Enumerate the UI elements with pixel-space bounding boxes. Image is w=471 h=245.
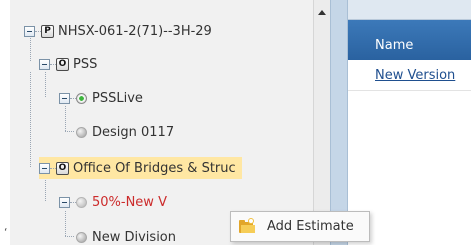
grid-link-cell[interactable]: New Version [375,68,455,83]
tree-node-50-new[interactable]: 50%-New V [59,191,167,213]
collapse-toggle-icon[interactable] [59,92,70,104]
tree-connector [65,236,74,237]
tree-connector [65,211,66,236]
tree-node-label: 50%-New V [92,194,167,210]
context-menu: Add Estimate [230,211,370,242]
tree-connector [45,176,46,201]
tree-node-label: New Division [92,229,176,245]
status-dot-icon [76,126,87,138]
collapse-toggle-icon[interactable] [39,58,50,70]
collapse-toggle-icon[interactable] [59,196,70,208]
menu-item-add-estimate[interactable]: Add Estimate [239,218,354,234]
stray-mark: ‘ [4,226,8,239]
active-status-icon [76,92,87,104]
column-header-name[interactable]: Name [348,20,471,60]
tree-connector [45,72,46,97]
tree-node-label: Office Of Bridges & Struc [73,160,236,176]
tree-node-office-bridges[interactable]: O Office Of Bridges & Struc [39,157,242,179]
tree-node-project[interactable]: P NHSX-061-2(71)--3H-29 [24,20,212,42]
tree-node-psslive[interactable]: PSSLive [59,87,143,109]
project-badge-icon: P [41,24,54,38]
menu-item-label: Add Estimate [267,219,354,234]
tree-scrollbar[interactable] [313,0,330,245]
row-divider [348,90,471,91]
scroll-up-arrow-icon[interactable] [318,10,326,15]
tree-node-label: PSSLive [92,90,143,106]
tree-node-new-division[interactable]: New Division [76,226,176,245]
status-dot-icon [76,196,87,208]
tree-connector [65,131,74,132]
grid-panel: Name New Version [348,0,471,245]
collapse-toggle-icon[interactable] [39,162,50,174]
collapse-toggle-icon[interactable] [24,25,35,37]
folder-add-icon [239,218,255,233]
tree-node-label: PSS [73,56,98,72]
panel-splitter[interactable] [330,0,348,245]
tree-node-pss[interactable]: O PSS [39,53,97,75]
tree-panel: P NHSX-061-2(71)--3H-29 O PSS PSSLive De… [10,0,313,245]
tree-connector [30,72,31,167]
tree-node-label: Design 0117 [92,124,175,140]
grid-toolbar [348,0,471,20]
status-dot-icon [76,231,87,243]
tree-node-design[interactable]: Design 0117 [76,121,174,143]
office-badge-icon: O [56,57,69,71]
tree-connector [65,106,66,131]
tree-node-label: NHSX-061-2(71)--3H-29 [58,23,212,39]
office-badge-icon: O [56,161,69,175]
